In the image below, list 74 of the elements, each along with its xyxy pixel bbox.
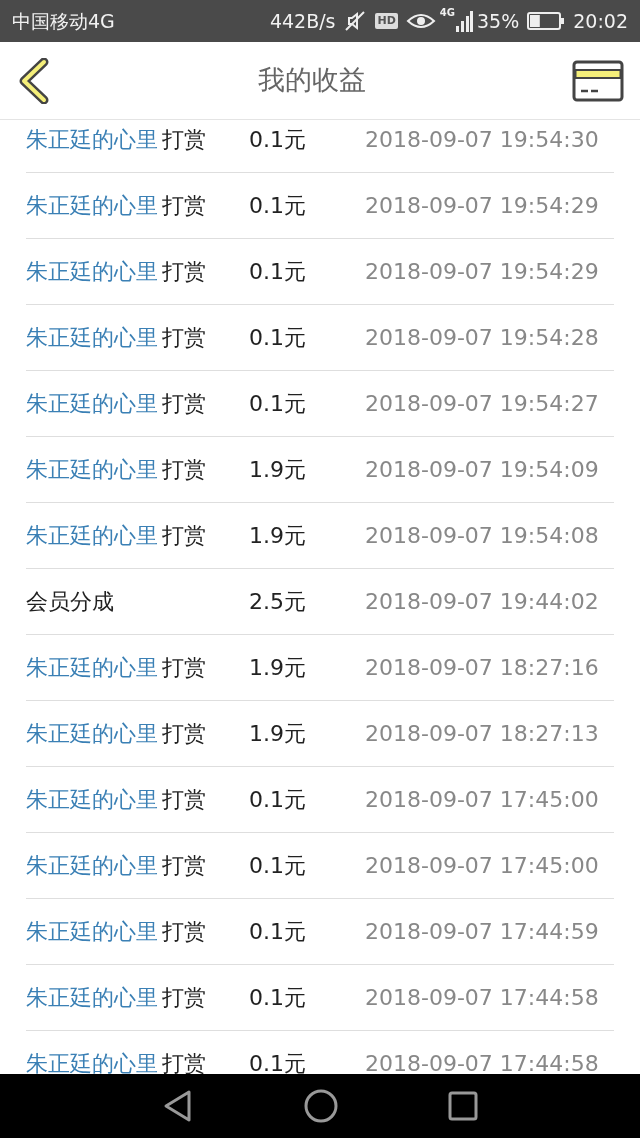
income-type: 会员分成 bbox=[26, 589, 114, 614]
action-text: 打赏 bbox=[162, 259, 206, 284]
action-text: 打赏 bbox=[162, 919, 206, 944]
action-text: 打赏 bbox=[162, 985, 206, 1010]
amount-text: 0.1元 bbox=[249, 193, 306, 218]
action-text: 打赏 bbox=[162, 655, 206, 680]
amount-text: 0.1元 bbox=[249, 985, 306, 1010]
user-link[interactable]: 朱正廷的心里 bbox=[26, 721, 158, 746]
user-link[interactable]: 朱正廷的心里 bbox=[26, 457, 158, 482]
user-link[interactable]: 朱正廷的心里 bbox=[26, 853, 158, 878]
user-link[interactable]: 朱正廷的心里 bbox=[26, 325, 158, 350]
amount-text: 0.1元 bbox=[249, 1051, 306, 1074]
amount-text: 0.1元 bbox=[249, 919, 306, 944]
amount-text: 1.9元 bbox=[249, 655, 306, 680]
amount-text: 1.9元 bbox=[249, 721, 306, 746]
back-nav-icon[interactable] bbox=[162, 1089, 194, 1123]
timestamp: 2018-09-07 19:54:30 bbox=[365, 127, 599, 152]
action-text: 打赏 bbox=[162, 787, 206, 812]
timestamp: 2018-09-07 19:54:27 bbox=[365, 391, 599, 416]
user-link[interactable]: 朱正廷的心里 bbox=[26, 259, 158, 284]
user-link[interactable]: 朱正廷的心里 bbox=[26, 985, 158, 1010]
action-text: 打赏 bbox=[162, 721, 206, 746]
timestamp: 2018-09-07 17:44:58 bbox=[365, 985, 599, 1010]
timestamp: 2018-09-07 19:54:08 bbox=[365, 523, 599, 548]
battery-icon bbox=[527, 11, 566, 31]
timestamp: 2018-09-07 19:54:09 bbox=[365, 457, 599, 482]
user-link[interactable]: 朱正廷的心里 bbox=[26, 193, 158, 218]
card-icon[interactable] bbox=[572, 59, 624, 102]
action-text: 打赏 bbox=[162, 1051, 206, 1074]
amount-text: 0.1元 bbox=[249, 391, 306, 416]
timestamp: 2018-09-07 17:45:00 bbox=[365, 787, 599, 812]
action-text: 打赏 bbox=[162, 193, 206, 218]
eye-icon bbox=[405, 11, 436, 31]
user-link[interactable]: 朱正廷的心里 bbox=[26, 127, 158, 152]
mute-icon bbox=[343, 9, 368, 33]
user-link[interactable]: 朱正廷的心里 bbox=[26, 655, 158, 680]
page-title: 我的收益 bbox=[258, 63, 366, 98]
network-speed: 442B/s bbox=[269, 8, 336, 34]
carrier-text: 中国移动4G bbox=[12, 8, 115, 34]
user-link[interactable]: 朱正廷的心里 bbox=[26, 1051, 158, 1074]
action-text: 打赏 bbox=[162, 523, 206, 548]
timestamp: 2018-09-07 17:44:58 bbox=[365, 1051, 599, 1074]
timestamp: 2018-09-07 19:54:29 bbox=[365, 259, 599, 284]
action-text: 打赏 bbox=[162, 853, 206, 878]
timestamp: 2018-09-07 17:44:59 bbox=[365, 919, 599, 944]
amount-text: 0.1元 bbox=[249, 259, 306, 284]
action-text: 打赏 bbox=[162, 391, 206, 416]
user-link[interactable]: 朱正廷的心里 bbox=[26, 391, 158, 416]
amount-text: 1.9元 bbox=[249, 523, 306, 548]
user-link[interactable]: 朱正廷的心里 bbox=[26, 523, 158, 548]
amount-text: 0.1元 bbox=[249, 127, 306, 152]
network-type: 4G bbox=[439, 8, 455, 18]
timestamp: 2018-09-07 17:45:00 bbox=[365, 853, 599, 878]
timestamp: 2018-09-07 18:27:13 bbox=[365, 721, 599, 746]
amount-text: 0.1元 bbox=[249, 325, 306, 350]
home-nav-icon[interactable] bbox=[304, 1089, 338, 1123]
timestamp: 2018-09-07 18:27:16 bbox=[365, 655, 599, 680]
amount-text: 0.1元 bbox=[249, 787, 306, 812]
timestamp: 2018-09-07 19:54:29 bbox=[365, 193, 599, 218]
amount-text: 1.9元 bbox=[249, 457, 306, 482]
clock: 20:02 bbox=[573, 8, 628, 34]
user-link[interactable]: 朱正廷的心里 bbox=[26, 919, 158, 944]
action-text: 打赏 bbox=[162, 127, 206, 152]
timestamp: 2018-09-07 19:44:02 bbox=[365, 589, 599, 614]
battery-percent: 35% bbox=[477, 8, 520, 34]
amount-text: 0.1元 bbox=[249, 853, 306, 878]
user-link[interactable]: 朱正廷的心里 bbox=[26, 787, 158, 812]
timestamp: 2018-09-07 19:54:28 bbox=[365, 325, 599, 350]
signal-icon bbox=[455, 10, 473, 32]
hd-badge: HD bbox=[375, 13, 398, 29]
recent-apps-icon[interactable] bbox=[448, 1091, 478, 1121]
action-text: 打赏 bbox=[162, 325, 206, 350]
action-text: 打赏 bbox=[162, 457, 206, 482]
amount-text: 2.5元 bbox=[249, 589, 306, 614]
